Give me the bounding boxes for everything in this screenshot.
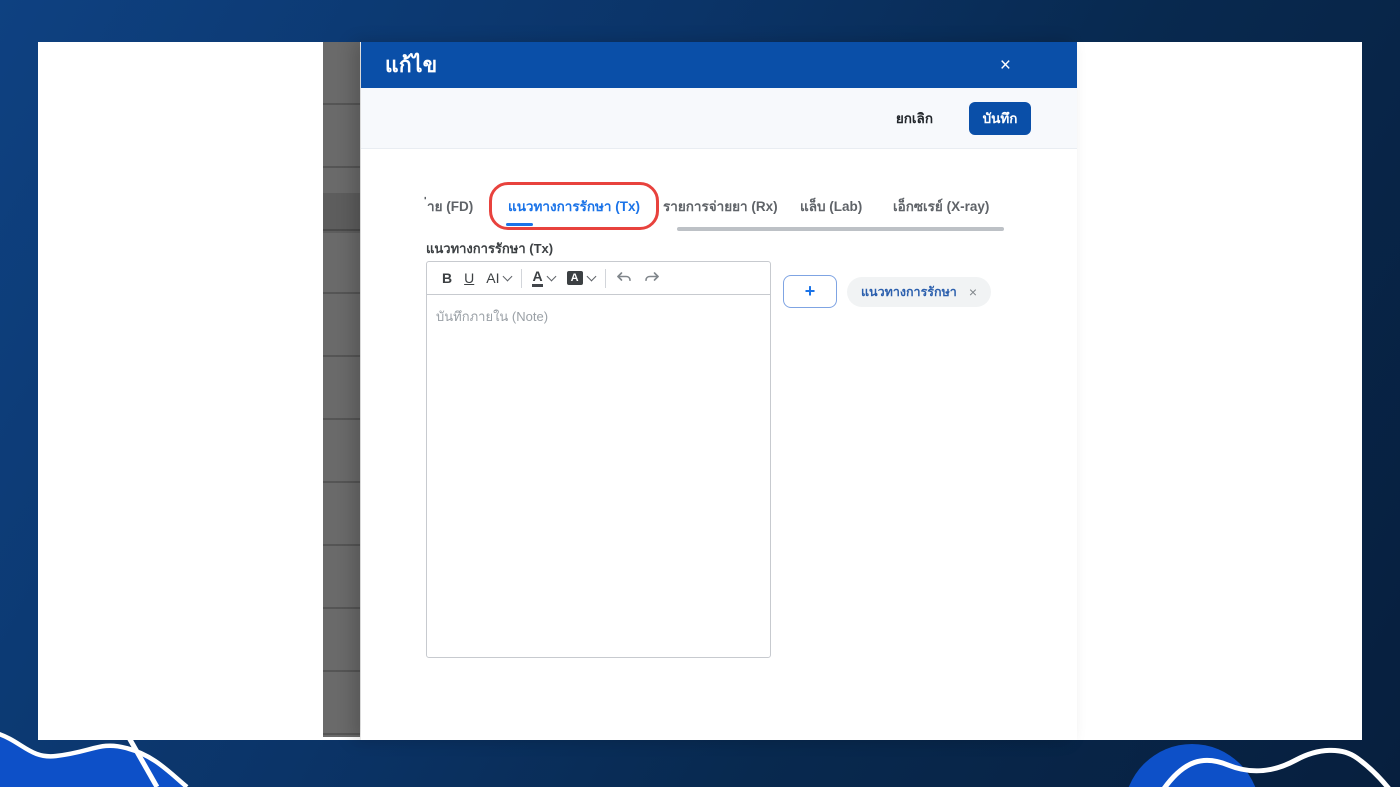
chevron-down-icon [546,271,556,281]
note-input[interactable]: บันทึกภายใน (Note) [427,295,770,657]
note-editor: B U AI A A บันทึกภายใน (Note) [426,261,771,658]
editor-toolbar: B U AI A A [427,262,770,295]
add-button[interactable]: + [783,275,837,308]
underline-icon: U [464,270,474,286]
chip-remove-icon[interactable]: × [969,285,977,299]
tab-xray[interactable]: เอ็กซเรย์ (X-ray) [893,195,989,217]
highlight-color-button[interactable]: A [561,262,601,294]
tab-lab[interactable]: แล็บ (Lab) [800,195,862,217]
font-size-icon: AI [486,270,499,286]
text-color-button[interactable]: A [526,262,560,294]
chevron-down-icon [503,271,513,281]
highlight-color-icon: A [567,271,583,285]
undo-icon [616,271,632,285]
undo-button[interactable] [610,262,638,294]
edit-modal: แก้ไข × ยกเลิก บันทึก ่าย (FD) แนวทางการ… [361,42,1077,740]
redo-button[interactable] [638,262,666,294]
background-table-column [323,42,360,737]
toolbar-divider [521,269,522,288]
toolbar-divider [605,269,606,288]
modal-actions-row: ยกเลิก บันทึก [361,88,1077,149]
chip-label: แนวทางการรักษา [861,282,957,302]
modal-header: แก้ไข × [361,42,1077,88]
modal-title: แก้ไข [385,49,437,82]
bold-icon: B [442,270,452,286]
tab-strip-scrollbar[interactable] [677,227,1004,231]
underline-button[interactable]: U [458,262,480,294]
cancel-button[interactable]: ยกเลิก [890,106,939,130]
close-icon[interactable]: × [994,55,1017,76]
red-annotation-highlight [489,182,659,230]
tab-fd[interactable]: ่าย (FD) [427,195,473,217]
app-page: แก้ไข × ยกเลิก บันทึก ่าย (FD) แนวทางการ… [38,42,1362,740]
save-button[interactable]: บันทึก [969,102,1031,135]
redo-icon [644,271,660,285]
text-color-icon: A [532,269,542,287]
tab-rx[interactable]: รายการจ่ายยา (Rx) [663,195,778,217]
background-table-rows [323,42,360,737]
font-size-button[interactable]: AI [480,262,517,294]
treatment-chip[interactable]: แนวทางการรักษา × [847,277,991,307]
section-label: แนวทางการรักษา (Tx) [426,238,553,259]
chevron-down-icon [586,271,596,281]
bold-button[interactable]: B [436,262,458,294]
